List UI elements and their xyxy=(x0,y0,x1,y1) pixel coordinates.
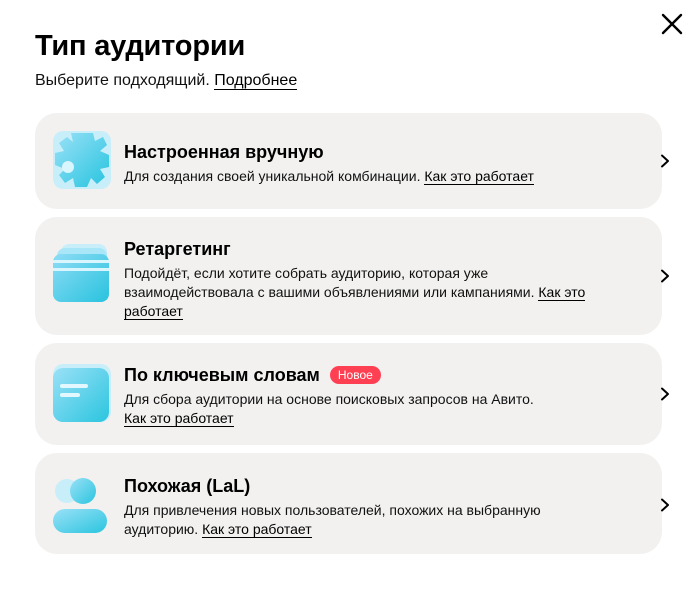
card-body: Похожая (LaL) Для привлечения новых поль… xyxy=(124,474,602,539)
card-title: По ключевым словам xyxy=(124,365,320,385)
card-title: Ретаргетинг xyxy=(124,239,231,259)
details-link[interactable]: Подробнее xyxy=(214,72,298,90)
audience-option-manual[interactable]: Настроенная вручную Для создания своей у… xyxy=(35,113,669,209)
document-icon xyxy=(53,364,111,422)
card-description-text: Подойдёт, если хотите собрать аудиторию,… xyxy=(124,265,535,300)
chevron-right-icon xyxy=(660,154,670,168)
gear-icon xyxy=(53,131,111,189)
dialog-title: Тип аудитории xyxy=(35,30,246,62)
audience-option-lookalike[interactable]: Похожая (LaL) Для привлечения новых поль… xyxy=(35,453,669,554)
card-description: Для создания своей уникальной комбинации… xyxy=(124,167,602,186)
cards-stack-icon xyxy=(53,244,111,302)
how-it-works-link[interactable]: Как это работает xyxy=(124,410,234,427)
dialog-subtitle: Выберите подходящий. Подробнее xyxy=(35,70,298,92)
chevron-right-icon xyxy=(660,498,670,512)
chevron-right-icon xyxy=(660,387,670,401)
card-description: Для сбора аудитории на основе поисковых … xyxy=(124,390,602,428)
card-title: Похожая (LaL) xyxy=(124,476,251,496)
chevron-right-icon xyxy=(660,269,670,283)
users-icon xyxy=(53,475,111,533)
card-body: Настроенная вручную Для создания своей у… xyxy=(124,140,602,186)
card-description-text: Для привлечения новых пользователей, пох… xyxy=(124,502,541,537)
new-badge: Новое xyxy=(329,366,381,384)
card-title: Настроенная вручную xyxy=(124,142,324,162)
card-description-text: Для создания своей уникальной комбинации… xyxy=(124,168,421,184)
how-it-works-link[interactable]: Как это работает xyxy=(424,168,534,185)
how-it-works-link[interactable]: Как это работает xyxy=(202,521,312,538)
audience-option-keywords[interactable]: По ключевым словам Новое Для сбора аудито… xyxy=(35,343,669,445)
audience-option-retargeting[interactable]: Ретаргетинг Подойдёт, если хотите собрат… xyxy=(35,217,669,335)
close-button[interactable] xyxy=(659,11,685,37)
card-title-row: По ключевым словам Новое xyxy=(124,363,602,387)
card-description: Подойдёт, если хотите собрать аудиторию,… xyxy=(124,264,602,321)
card-body: По ключевым словам Новое Для сбора аудито… xyxy=(124,363,602,428)
card-body: Ретаргетинг Подойдёт, если хотите собрат… xyxy=(124,237,602,321)
close-icon xyxy=(661,13,683,35)
card-description-text: Для сбора аудитории на основе поисковых … xyxy=(124,391,534,407)
subtitle-text: Выберите подходящий. xyxy=(35,72,210,89)
card-description: Для привлечения новых пользователей, пох… xyxy=(124,501,602,539)
